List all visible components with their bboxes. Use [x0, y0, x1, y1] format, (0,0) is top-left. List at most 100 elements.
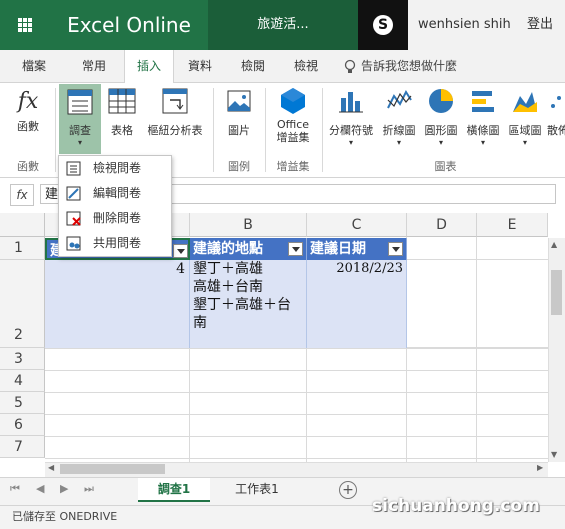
pivot-table-button[interactable]: 樞紐分析表	[143, 86, 207, 138]
save-status: 已儲存至 ONEDRIVE	[12, 510, 118, 523]
tab-insert[interactable]: 插入	[124, 50, 174, 83]
document-name[interactable]: 旅遊活...	[208, 0, 358, 50]
scroll-down-icon[interactable]: ▼	[551, 450, 557, 459]
view-survey-icon	[66, 161, 81, 176]
office-addins-button[interactable]: Office 增益集	[270, 86, 316, 144]
function-label: 函數	[17, 120, 39, 133]
menu-item-label: 檢視問卷	[93, 161, 142, 175]
group-functions: 函數	[17, 160, 39, 173]
survey-button[interactable]: 調查 ▾	[59, 84, 101, 154]
row-header-7[interactable]: 7	[0, 436, 45, 458]
tab-view[interactable]: 檢視	[282, 50, 330, 82]
column-header-e[interactable]: E	[477, 213, 548, 237]
pie-chart-button[interactable]: 圓形圖 ▾	[421, 86, 461, 147]
row-header-3[interactable]: 3	[0, 348, 45, 370]
table-cell[interactable]: 2018/2/23	[307, 260, 407, 348]
menu-item-label: 共用問卷	[93, 236, 142, 250]
filter-dropdown-icon[interactable]	[173, 244, 188, 258]
app-name: Excel Online	[67, 13, 191, 37]
tell-me-box[interactable]: 告訴我您想做什麼	[343, 50, 457, 82]
select-all-corner[interactable]	[0, 213, 45, 237]
tell-me-label: 告訴我您想做什麼	[361, 59, 458, 73]
column-header-d[interactable]: D	[407, 213, 477, 237]
pie-chart-label: 圓形圖	[424, 124, 458, 137]
table-button[interactable]: 表格	[104, 86, 140, 138]
survey-label: 調查	[69, 124, 91, 137]
scatter-chart-icon	[551, 96, 561, 108]
add-sheet-icon[interactable]: +	[339, 481, 357, 499]
last-sheet-icon[interactable]: ⏭	[84, 482, 94, 496]
picture-icon	[227, 90, 251, 112]
skype-icon[interactable]: S	[358, 0, 408, 50]
app-launcher-icon[interactable]	[0, 0, 50, 50]
survey-icon	[67, 89, 93, 115]
bar-chart-button[interactable]: 橫條圖 ▾	[463, 86, 503, 147]
table-cell[interactable]: 4	[45, 260, 190, 348]
scroll-up-icon[interactable]: ▲	[551, 240, 557, 249]
menu-item-label: 編輯問卷	[93, 186, 142, 200]
group-pictures: 圖例	[228, 160, 250, 173]
line-chart-label: 折線圖	[382, 124, 416, 137]
column-chart-button[interactable]: 分欄符號 ▾	[326, 86, 376, 147]
tab-file[interactable]: 檔案	[10, 50, 58, 82]
grid-lines	[45, 348, 548, 462]
column-chart-label: 分欄符號	[329, 124, 373, 137]
chevron-down-icon: ▾	[480, 138, 485, 147]
tab-data[interactable]: 資料	[176, 50, 224, 82]
scroll-right-icon[interactable]: ▶	[537, 463, 543, 472]
table-cell[interactable]: 墾丁＋高雄 高雄＋台南 墾丁＋高雄＋台 南	[190, 260, 307, 348]
chevron-down-icon: ▾	[522, 138, 527, 147]
row-header-6[interactable]: 6	[0, 414, 45, 436]
survey-dropdown-menu: 檢視問卷 編輯問卷 刪除問卷 共用問卷	[58, 155, 172, 257]
divider	[213, 88, 214, 172]
horizontal-scroll-thumb[interactable]	[60, 464, 165, 474]
filter-dropdown-icon[interactable]	[288, 242, 303, 256]
menu-item-delete-survey[interactable]: 刪除問卷	[59, 206, 171, 231]
line-chart-button[interactable]: 折線圖 ▾	[379, 86, 419, 147]
scatter-chart-button[interactable]: 散佈	[547, 86, 565, 138]
first-sheet-icon[interactable]: ⏮	[10, 482, 20, 496]
grid-line	[407, 259, 548, 260]
vertical-scroll-thumb[interactable]	[551, 270, 562, 315]
column-chart-icon	[339, 92, 363, 113]
delete-survey-icon	[66, 211, 81, 226]
picture-button[interactable]: 圖片	[220, 86, 258, 138]
table-header-cell[interactable]: 建議日期	[307, 238, 407, 260]
user-name[interactable]: wenhsien shih	[418, 0, 511, 50]
column-header-b[interactable]: B	[190, 213, 307, 237]
bar-chart-icon	[472, 91, 494, 112]
next-sheet-icon[interactable]: ▶	[60, 482, 68, 495]
line-chart-icon	[387, 89, 412, 109]
insert-function-button[interactable]: fx	[10, 184, 34, 206]
office-addins-label: Office 增益集	[276, 118, 310, 144]
menu-item-edit-survey[interactable]: 編輯問卷	[59, 181, 171, 206]
row-header-5[interactable]: 5	[0, 392, 45, 414]
grid-line	[407, 347, 548, 348]
sheet-tab-sheet1[interactable]: 工作表1	[222, 478, 292, 502]
area-chart-button[interactable]: 區域圖 ▾	[505, 86, 545, 147]
sign-out-link[interactable]: 登出	[527, 0, 553, 50]
office-addins-icon	[281, 88, 305, 114]
function-button[interactable]: fx 函數	[8, 86, 48, 134]
column-header-c[interactable]: C	[307, 213, 407, 237]
divider	[265, 88, 266, 172]
prev-sheet-icon[interactable]: ◀	[36, 482, 44, 495]
row-header-2[interactable]: 2	[0, 260, 45, 348]
header-text: 建議的地點	[193, 241, 263, 257]
group-charts: 圖表	[434, 160, 457, 173]
grid-line	[476, 237, 477, 462]
row-header-1[interactable]: 1	[0, 237, 45, 260]
tab-review[interactable]: 檢閱	[229, 50, 277, 82]
menu-item-view-survey[interactable]: 檢視問卷	[59, 156, 171, 181]
grid-line	[189, 348, 190, 462]
table-header-cell[interactable]: 建議的地點	[190, 238, 307, 260]
scroll-left-icon[interactable]: ◀	[48, 463, 54, 472]
row-header-4[interactable]: 4	[0, 370, 45, 392]
sheet-tab-survey1[interactable]: 調查1	[138, 478, 210, 502]
menu-item-share-survey[interactable]: 共用問卷	[59, 231, 171, 256]
watermark: sichuanhong.com	[372, 496, 540, 516]
table-label: 表格	[111, 124, 133, 137]
filter-dropdown-icon[interactable]	[388, 242, 403, 256]
tab-home[interactable]: 常用	[70, 50, 118, 82]
area-chart-icon	[513, 92, 537, 112]
